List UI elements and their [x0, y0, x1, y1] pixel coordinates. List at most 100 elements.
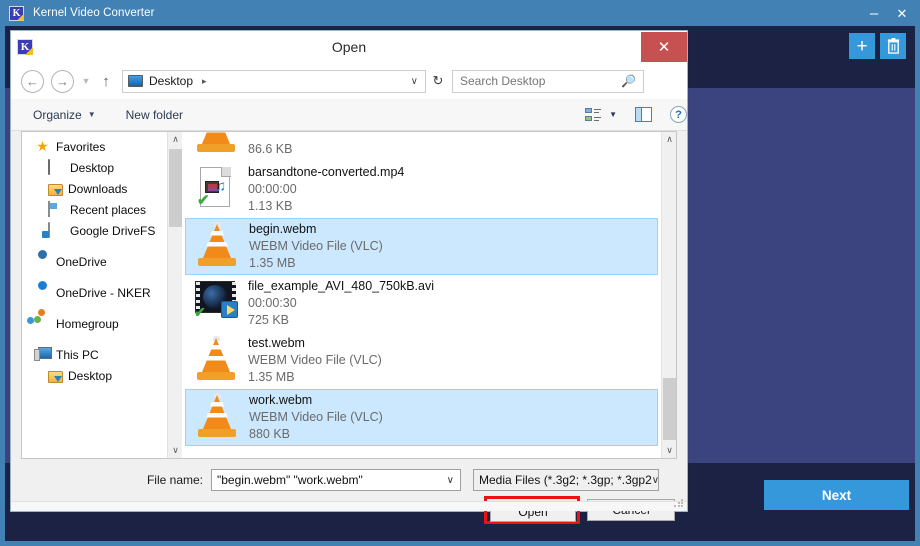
scroll-up-icon[interactable]: ∧ [168, 132, 183, 147]
app-title: Kernel Video Converter [33, 7, 155, 19]
chevron-down-icon[interactable]: ▼ [609, 110, 617, 119]
list-item[interactable]: ✔ file_example_AVI_480_750kB.avi 00:00:3… [185, 275, 658, 332]
nav-item-label: Homegroup [56, 316, 119, 331]
list-item-partial[interactable]: 86.6 KB [185, 132, 658, 161]
nav-item-desktop[interactable]: Desktop [22, 157, 167, 178]
chevron-down-icon: ▼ [87, 110, 96, 119]
file-type-dropdown[interactable]: Media Files (*.3g2; *.3gp; *.3gp2 ∨ [473, 469, 659, 491]
address-crumb-desktop[interactable]: Desktop [149, 74, 193, 88]
file-name-input[interactable]: "begin.webm" "work.webm" ∨ [211, 469, 461, 491]
dialog-toolbar: Organize ▼ New folder ▼ ? [11, 99, 687, 131]
scrollbar-thumb[interactable] [663, 378, 676, 440]
chevron-down-icon[interactable]: ∨ [652, 475, 658, 486]
file-name-label: File name: [146, 473, 203, 487]
mp4-doc-icon: ♫ ✔ [190, 165, 242, 215]
organize-label: Organize [33, 107, 82, 122]
scroll-down-icon[interactable]: ∨ [168, 443, 183, 458]
nav-item-label: Desktop [70, 160, 115, 175]
nav-item-google-drivefs[interactable]: Google DriveFS [22, 220, 167, 241]
vlc-icon [191, 221, 243, 272]
navigation-list: ★ Favorites Desktop Downloads Recent pla… [22, 132, 167, 386]
app-titlebar: K Kernel Video Converter – ✕ [0, 0, 920, 26]
file-name-row: File name: "begin.webm" "work.webm" ∨ Me… [11, 467, 687, 493]
view-options-icon[interactable] [585, 107, 602, 122]
dialog-bottom-strip [11, 501, 687, 511]
star-icon: ★ [36, 138, 49, 154]
search-input[interactable]: Search Desktop 🔍 [452, 69, 644, 93]
search-placeholder: Search Desktop [460, 74, 546, 88]
nav-item-favorites[interactable]: ★ Favorites [22, 136, 167, 157]
nav-item-this-pc-desktop[interactable]: Desktop [22, 365, 167, 386]
dialog-title: Open [331, 39, 367, 55]
nav-item-recent-places[interactable]: Recent places [22, 199, 167, 220]
kernel-app-icon: K [9, 5, 24, 21]
file-list[interactable]: 86.6 KB ♫ ✔ barsandtone-converted.mp4 00… [182, 132, 661, 458]
nav-item-homegroup[interactable]: Homegroup [22, 309, 167, 334]
file-size: 86.6 KB [248, 142, 293, 156]
nav-item-this-pc[interactable]: This PC [22, 344, 167, 365]
vlc-icon [190, 132, 242, 158]
list-item[interactable]: ♫ ✔ barsandtone-converted.mp4 00:00:00 1… [185, 161, 658, 218]
resize-grip[interactable] [673, 498, 683, 508]
window-controls: – ✕ [860, 0, 916, 26]
up-button[interactable]: ↑ [96, 73, 116, 90]
file-size: 1.35 MB [249, 256, 296, 270]
list-item[interactable]: test.webm WEBM Video File (VLC) 1.35 MB [185, 332, 658, 389]
onedrive-icon [34, 285, 51, 300]
desktop-icon [48, 159, 65, 175]
vlc-icon [190, 335, 242, 386]
forward-button[interactable]: → [51, 69, 74, 93]
help-icon[interactable]: ? [670, 106, 687, 123]
trash-icon [887, 38, 899, 54]
file-name-value: "begin.webm" "work.webm" [217, 473, 363, 487]
file-size: 1.13 KB [248, 199, 293, 213]
nav-item-onedrive-nker[interactable]: OneDrive - NKER [22, 282, 167, 303]
preview-pane-icon[interactable] [635, 107, 652, 122]
file-duration: 00:00:30 [248, 296, 297, 310]
chevron-down-icon[interactable]: ∨ [447, 475, 454, 486]
address-bar[interactable]: Desktop ▸ ∨ [122, 69, 426, 93]
chevron-down-icon[interactable]: ∨ [411, 76, 418, 87]
list-item[interactable]: begin.webm WEBM Video File (VLC) 1.35 MB [185, 218, 658, 275]
nav-item-label: OneDrive - NKER [56, 285, 151, 300]
nav-item-label: Desktop [68, 368, 113, 383]
new-folder-button[interactable]: New folder [126, 108, 183, 122]
downloads-folder-icon [48, 183, 63, 196]
avi-icon: ✔ [190, 279, 242, 329]
folder-icon [48, 370, 63, 383]
organize-button[interactable]: Organize ▼ [33, 108, 96, 122]
file-name: barsandtone-converted.mp4 [248, 165, 405, 179]
back-button[interactable]: ← [21, 69, 44, 93]
list-item[interactable]: work.webm WEBM Video File (VLC) 880 KB [185, 389, 658, 446]
search-icon: 🔍 [621, 74, 636, 88]
nav-item-label: Downloads [68, 181, 128, 196]
next-button[interactable]: Next [764, 480, 909, 510]
dialog-titlebar: K Open ✕ [11, 31, 687, 63]
nav-item-downloads[interactable]: Downloads [22, 178, 167, 199]
close-button[interactable]: ✕ [888, 0, 916, 26]
address-bar-row: ← → ▼ ↑ Desktop ▸ ∨ ↻ Search Desktop 🔍 [11, 63, 687, 99]
delete-file-button[interactable] [880, 33, 906, 59]
chevron-right-icon: ▸ [202, 75, 207, 86]
recent-locations-button[interactable]: ▼ [78, 76, 94, 86]
scrollbar-thumb[interactable] [169, 149, 182, 227]
add-file-button[interactable]: + [849, 33, 875, 59]
file-duration: 00:00:00 [248, 182, 297, 196]
navigation-pane-scrollbar[interactable]: ∧ ∨ [167, 132, 182, 458]
minimize-button[interactable]: – [860, 0, 888, 26]
dialog-close-button[interactable]: ✕ [641, 32, 687, 62]
file-list-scrollbar[interactable]: ∧ ∨ [661, 132, 676, 458]
file-type: WEBM Video File (VLC) [248, 353, 382, 367]
nav-item-label: Recent places [70, 202, 147, 217]
file-name: file_example_AVI_480_750kB.avi [248, 279, 435, 293]
file-size: 1.35 MB [248, 370, 295, 384]
scroll-up-icon[interactable]: ∧ [662, 132, 677, 147]
homegroup-icon [27, 309, 51, 331]
nav-item-label: This PC [56, 347, 99, 362]
refresh-icon[interactable]: ↻ [426, 73, 450, 89]
scroll-down-icon[interactable]: ∨ [662, 443, 677, 458]
onedrive-icon [34, 254, 51, 269]
file-type-value: Media Files (*.3g2; *.3gp; *.3gp2 [479, 473, 652, 487]
desktop-icon [128, 75, 143, 87]
nav-item-onedrive[interactable]: OneDrive [22, 251, 167, 272]
